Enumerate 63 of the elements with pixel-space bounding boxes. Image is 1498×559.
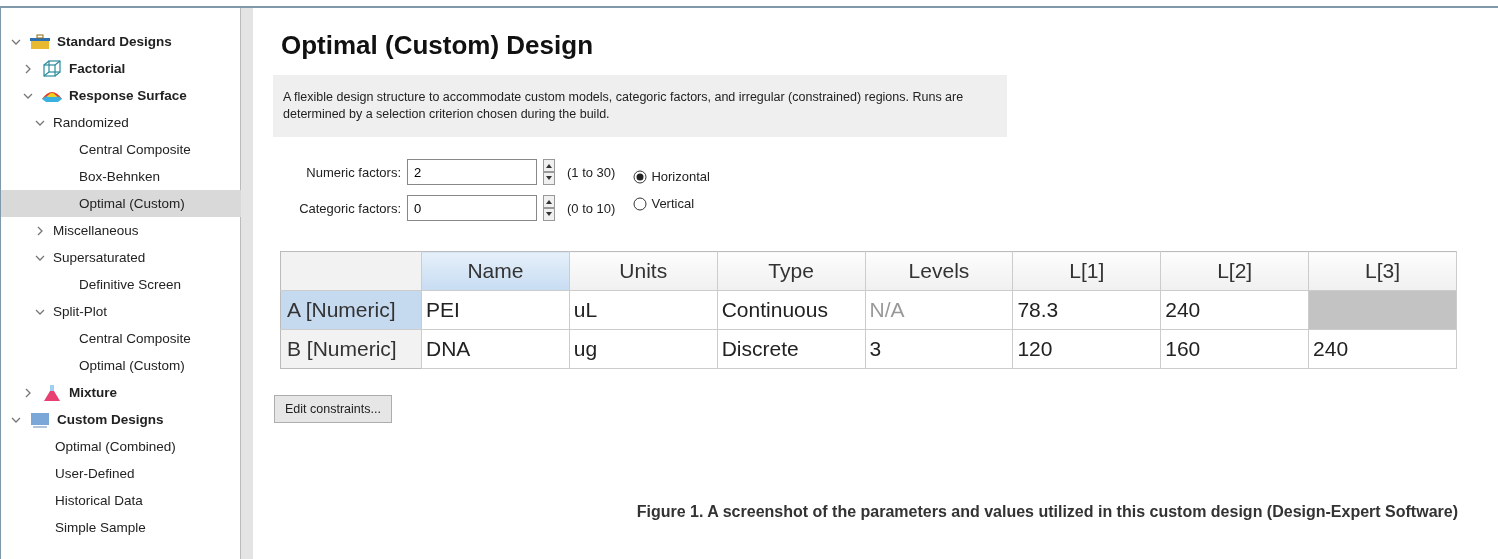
radio-option[interactable]: Horizontal: [633, 169, 710, 184]
table-cell[interactable]: Discrete: [717, 329, 866, 369]
monitor-icon: [29, 410, 51, 429]
tree-item[interactable]: Response Surface: [1, 82, 241, 109]
table-cell[interactable]: PEI: [421, 290, 570, 330]
tree-item[interactable]: Optimal (Custom): [1, 190, 241, 217]
column-header[interactable]: Units: [569, 251, 718, 291]
range-text: (1 to 30): [567, 164, 616, 180]
chevron-right-icon[interactable]: [23, 63, 33, 74]
column-header[interactable]: L[3]: [1308, 251, 1457, 291]
table-cell[interactable]: 3: [865, 329, 1013, 369]
row-header[interactable]: B [Numeric]: [280, 329, 422, 369]
field-label: Numeric factors:: [305, 164, 401, 180]
tree-item[interactable]: Central Composite: [1, 325, 241, 352]
column-header[interactable]: L[1]: [1012, 251, 1161, 291]
tree-item[interactable]: Simple Sample: [1, 514, 241, 541]
tree-item[interactable]: Randomized: [1, 109, 241, 136]
table-cell[interactable]: uL: [569, 290, 718, 330]
table-cell[interactable]: Continuous: [717, 290, 866, 330]
edit-constraints-button[interactable]: Edit constraints...: [274, 395, 392, 423]
tree-item[interactable]: Central Composite: [1, 136, 241, 163]
column-header[interactable]: L[2]: [1160, 251, 1309, 291]
tree-item[interactable]: Optimal (Custom): [1, 352, 241, 379]
tree-item[interactable]: Miscellaneous: [1, 217, 241, 244]
table-cell[interactable]: 240: [1308, 329, 1457, 369]
spinner-icon[interactable]: [543, 195, 555, 221]
table-cell[interactable]: 240: [1160, 290, 1309, 330]
column-header[interactable]: Type: [717, 251, 866, 291]
radio-icon[interactable]: [633, 169, 648, 184]
page-title: Optimal (Custom) Design: [281, 30, 594, 61]
radio-icon[interactable]: [633, 196, 648, 211]
tree-item[interactable]: Box-Behnken: [1, 163, 241, 190]
spinner-icon[interactable]: [543, 159, 555, 185]
column-header[interactable]: Name: [421, 251, 570, 291]
description-text: A flexible design structure to accommodate custom models, categoric factors, and irregular (constrained) regions. Runs are determined by a selection criterion chosen during the build.: [273, 75, 1007, 137]
tree-item[interactable]: Split-Plot: [1, 298, 241, 325]
table-cell[interactable]: ug: [569, 329, 718, 369]
tree-item[interactable]: Standard Designs: [1, 28, 241, 55]
chevron-right-icon[interactable]: [35, 225, 45, 236]
tree-item[interactable]: Custom Designs: [1, 406, 241, 433]
tree-item[interactable]: Supersaturated: [1, 244, 241, 271]
table-cell[interactable]: 160: [1160, 329, 1309, 369]
tree-item[interactable]: Mixture: [1, 379, 241, 406]
number-field[interactable]: 2: [407, 159, 537, 185]
toolbox-icon: [29, 32, 51, 51]
column-header[interactable]: Levels: [865, 251, 1013, 291]
table-cell[interactable]: DNA: [421, 329, 570, 369]
range-text: (0 to 10): [567, 200, 616, 216]
tree-item[interactable]: User-Defined: [1, 460, 241, 487]
tree-item[interactable]: Factorial: [1, 55, 241, 82]
cube-icon: [41, 59, 63, 78]
tree-item[interactable]: Definitive Screen: [1, 271, 241, 298]
radio-option[interactable]: Vertical: [633, 196, 710, 211]
table-cell[interactable]: 120: [1012, 329, 1161, 369]
field-label: Categoric factors:: [298, 200, 401, 216]
figure-caption: Figure 1. A screenshot of the parameters and values utilized in this custom design (Design-Expert Software): [636, 503, 1458, 521]
tree-item[interactable]: Historical Data: [1, 487, 241, 514]
tree-item[interactable]: Optimal (Combined): [1, 433, 241, 460]
number-field[interactable]: 0: [407, 195, 537, 221]
table-cell[interactable]: 78.3: [1012, 290, 1161, 330]
flask-icon: [41, 383, 63, 402]
chevron-right-icon[interactable]: [23, 387, 33, 398]
row-header[interactable]: A [Numeric]: [280, 290, 422, 330]
